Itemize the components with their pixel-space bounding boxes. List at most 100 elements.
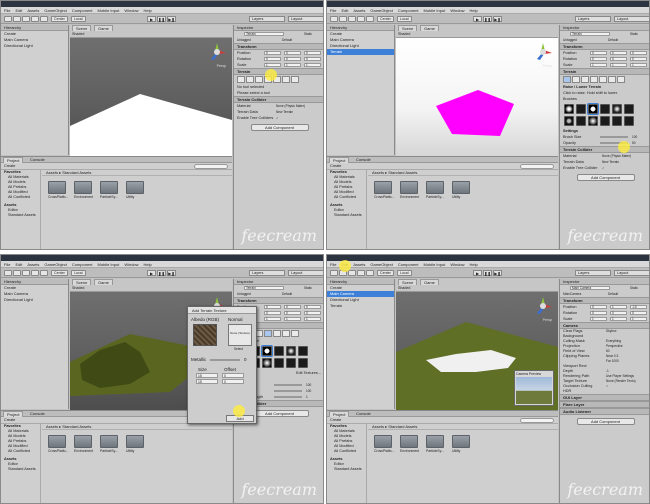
project-create-button[interactable]: Create [330,164,341,168]
layer-dropdown[interactable]: Default [282,37,292,43]
terrain-settings-tool-button[interactable] [617,76,625,83]
step-button[interactable]: ▶❚ [493,16,502,22]
menu-item[interactable]: File [330,8,336,13]
move-tool-button[interactable] [339,16,347,22]
menu-item[interactable]: Component [398,262,419,267]
albedo-texture-slot[interactable] [193,324,217,346]
brush-swatch[interactable] [600,104,610,114]
pivot-toggle[interactable]: Center [377,270,394,276]
tab-scene[interactable]: Scene [398,279,418,285]
terrain-settings-tool-button[interactable] [291,76,299,83]
brush-swatch[interactable] [298,358,308,368]
menu-item[interactable]: File [4,8,10,13]
scale-tool-button[interactable] [357,16,365,22]
assets-tree-item[interactable]: Standard Assets [1,213,40,218]
menu-item[interactable]: Mobile Input [98,8,120,13]
shading-mode-dropdown[interactable]: Shaded [398,286,410,290]
favorites-item[interactable]: All Conflicted [327,195,366,200]
brush-swatch[interactable] [261,345,273,357]
play-button[interactable]: ▶ [147,16,156,22]
offset-x-field[interactable]: 0 [222,373,244,378]
smooth-height-tool-button[interactable] [255,76,263,83]
size-y-field[interactable]: 15 [196,379,218,384]
rect-tool-button[interactable] [40,270,48,276]
paint-height-tool-button[interactable] [572,76,580,83]
asset-folder[interactable]: CrossPlatfo... [374,181,394,199]
rect-tool-button[interactable] [366,16,374,22]
target-strength-value[interactable]: 1 [306,394,308,400]
opacity-slider[interactable] [274,390,302,392]
brush-swatch[interactable] [624,116,634,126]
brush-swatch[interactable] [612,116,622,126]
scene-gizmo-icon[interactable] [206,41,228,63]
space-toggle[interactable]: Local [397,16,412,22]
hierarchy-item[interactable]: Directional Light [1,297,68,303]
rotate-tool-button[interactable] [22,16,30,22]
tag-dropdown[interactable]: MainCamera [563,291,581,297]
hand-tool-button[interactable] [330,16,338,22]
collider-row-value[interactable]: ✓ [602,165,605,171]
project-create-button[interactable]: Create [330,418,341,422]
asset-folder[interactable]: ParticleSy... [426,435,446,453]
brush-swatch[interactable] [286,346,296,356]
space-toggle[interactable]: Local [71,16,86,22]
tab-scene[interactable]: Scene [72,25,92,31]
layer-dropdown[interactable]: Default [608,37,618,43]
move-tool-button[interactable] [13,16,21,22]
offset-y-field[interactable]: 0 [222,379,244,384]
raise-lower-tool-button[interactable] [237,76,245,83]
size-x-field[interactable]: 15 [196,373,218,378]
step-button[interactable]: ▶❚ [167,16,176,22]
shading-mode-dropdown[interactable]: Shaded [72,32,84,36]
raise-lower-tool-button[interactable] [563,76,571,83]
paint-details-tool-button[interactable] [608,76,616,83]
place-trees-tool-button[interactable] [599,76,607,83]
layers-dropdown[interactable]: Layers [249,16,285,22]
step-button[interactable]: ▶❚ [493,270,502,276]
project-search-input[interactable] [520,164,554,169]
asset-folder[interactable]: Environment [400,181,420,199]
asset-folder[interactable]: ParticleSy... [100,181,120,199]
pause-button[interactable]: ❚❚ [157,270,166,276]
component-header[interactable]: GUI Layer [560,394,649,401]
asset-folder[interactable]: Environment [74,181,94,199]
normal-texture-slot[interactable]: None (Texture) [228,324,252,346]
pivot-toggle[interactable]: Center [51,270,68,276]
scale-tool-button[interactable] [31,16,39,22]
menu-item[interactable]: Help [470,8,478,13]
tab-scene[interactable]: Scene [398,25,418,31]
transform-header[interactable]: Transform [560,297,649,304]
hierarchy-item[interactable]: Directional Light [1,43,68,49]
move-tool-button[interactable] [13,270,21,276]
layers-dropdown[interactable]: Layers [575,270,611,276]
brush-size-slider[interactable] [274,384,302,386]
favorites-item[interactable]: All Conflicted [327,449,366,454]
component-header[interactable]: Flare Layer [560,401,649,408]
space-toggle[interactable]: Local [397,270,412,276]
shading-mode-dropdown[interactable]: Shaded [72,286,84,290]
asset-folder[interactable]: Utility [452,435,472,453]
paint-details-tool-button[interactable] [282,330,290,337]
tab-game[interactable]: Game [420,25,439,31]
brush-swatch[interactable] [612,104,622,114]
transform-header[interactable]: Transform [234,297,323,304]
brush-swatch[interactable] [576,104,586,114]
layers-dropdown[interactable]: Layers [249,270,285,276]
menu-item[interactable]: GameObject [44,262,66,267]
add-component-button[interactable]: Add Component [250,124,309,131]
tab-game[interactable]: Game [94,279,113,285]
brush-swatch[interactable] [262,358,272,368]
select-button[interactable]: Select [234,347,250,352]
asset-folder[interactable]: Utility [126,435,146,453]
layout-dropdown[interactable]: Layout [614,16,649,22]
hierarchy-item[interactable]: Terrain [327,303,394,309]
brush-swatch[interactable] [600,116,610,126]
pause-button[interactable]: ❚❚ [483,16,492,22]
tab-scene[interactable]: Scene [72,279,92,285]
brush-swatch[interactable] [564,104,574,114]
menu-item[interactable]: GameObject [370,8,392,13]
opacity-value[interactable]: 50 [632,140,636,146]
pause-button[interactable]: ❚❚ [157,16,166,22]
play-button[interactable]: ▶ [473,16,482,22]
menu-item[interactable]: Help [470,262,478,267]
